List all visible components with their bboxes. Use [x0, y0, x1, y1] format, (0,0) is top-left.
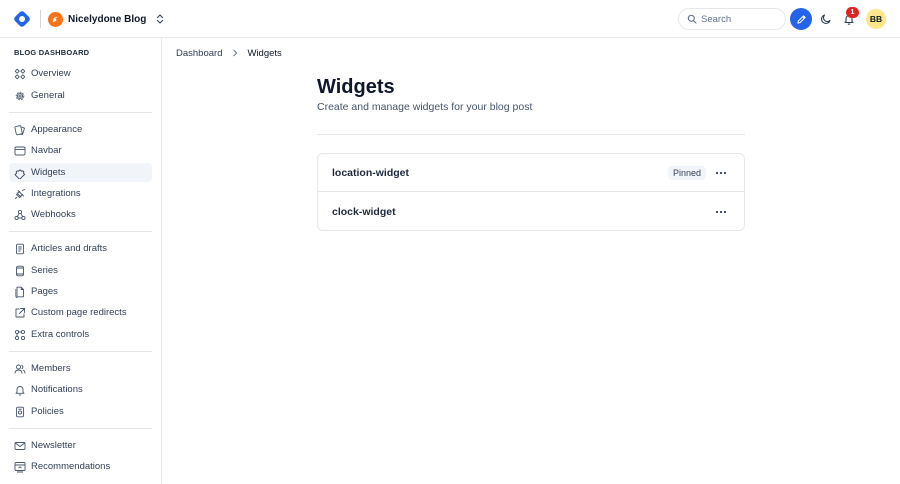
blog-name: Nicelydone Blog [68, 13, 147, 25]
gear-icon [15, 91, 25, 100]
plug-icon [15, 188, 25, 199]
sidebar-item-newsletter[interactable]: Newsletter [9, 436, 152, 455]
chevron-up-down-icon [157, 14, 164, 24]
sidebar-item-label: Appearance [31, 124, 83, 135]
hashnode-logo-icon[interactable] [13, 10, 31, 28]
widget-row[interactable]: clock-widget [318, 193, 744, 230]
sidebar-item-general[interactable]: General [9, 86, 152, 105]
sidebar-item-policies[interactable]: Policies [9, 402, 152, 421]
sidebar-item-appearance[interactable]: Appearance [9, 120, 152, 139]
mail-icon [14, 441, 26, 450]
pencil-icon [796, 14, 806, 24]
widget-options-button[interactable] [714, 166, 728, 180]
sidebar-item-extra-controls[interactable]: Extra controls [9, 325, 152, 344]
sidebar-item-webhooks[interactable]: Webhooks [9, 205, 152, 224]
external-link-icon [15, 307, 25, 317]
recommend-icon [14, 461, 26, 472]
sidebar-item-label: Widgets [31, 167, 66, 178]
webhook-icon [14, 209, 26, 220]
more-horizontal-icon [715, 210, 727, 214]
sidebar-divider [9, 428, 152, 429]
blog-avatar-icon [48, 11, 63, 27]
breadcrumb-dashboard-link[interactable]: Dashboard [176, 48, 222, 59]
sidebar: BLOG DASHBOARD Overview General Appearan… [0, 38, 162, 484]
widget-row[interactable]: location-widget Pinned [318, 154, 744, 192]
search-box[interactable]: Search [678, 8, 786, 30]
pinned-badge: Pinned [668, 166, 707, 180]
sidebar-item-label: Series [31, 265, 58, 276]
sidebar-item-label: Policies [31, 406, 64, 417]
sidebar-item-label: Overview [31, 68, 71, 79]
sidebar-divider [9, 351, 152, 352]
policy-icon [16, 406, 24, 417]
pages-icon [15, 286, 24, 298]
widget-list: location-widget Pinned clock-widget [317, 153, 745, 231]
sidebar-item-label: Extra controls [31, 329, 90, 340]
page-subtitle: Create and manage widgets for your blog … [317, 101, 533, 113]
top-bar: Nicelydone Blog Search 1 BB [0, 0, 900, 38]
sidebar-item-navbar[interactable]: Navbar [9, 141, 152, 160]
search-icon [687, 14, 697, 24]
breadcrumb-current: Widgets [247, 47, 282, 59]
sidebar-item-custom-redirects[interactable]: Custom page redirects [9, 303, 152, 322]
sidebar-item-label: Newsletter [31, 440, 76, 451]
sidebar-section-title: BLOG DASHBOARD [14, 48, 90, 57]
sidebar-item-label: Recommendations [31, 461, 111, 472]
sidebar-item-widgets[interactable]: Widgets [9, 163, 152, 182]
sidebar-item-articles[interactable]: Articles and drafts [9, 239, 152, 258]
paint-icon [14, 124, 25, 135]
notification-count-badge: 1 [846, 7, 859, 18]
sidebar-item-label: Custom page redirects [31, 307, 127, 318]
blog-switcher[interactable]: Nicelydone Blog [48, 11, 165, 27]
sidebar-item-label: Notifications [31, 384, 83, 395]
sidebar-item-label: General [31, 90, 65, 101]
sidebar-item-pages[interactable]: Pages [9, 282, 152, 301]
users-icon [14, 364, 26, 374]
moon-icon [821, 14, 831, 24]
write-article-button[interactable] [790, 8, 812, 30]
page-title: Widgets [317, 76, 395, 98]
sidebar-divider [9, 112, 152, 113]
user-avatar[interactable]: BB [866, 9, 886, 29]
sidebar-item-label: Articles and drafts [31, 243, 108, 254]
topbar-divider [40, 10, 41, 28]
search-placeholder: Search [701, 13, 732, 25]
puzzle-icon [14, 168, 26, 179]
grid-icon [14, 68, 26, 79]
sidebar-item-members[interactable]: Members [9, 359, 152, 378]
widget-name[interactable]: clock-widget [332, 206, 396, 218]
sidebar-item-notifications[interactable]: Notifications [9, 380, 152, 399]
bell-icon [15, 385, 25, 396]
sidebar-item-recommendations[interactable]: Recommendations [9, 457, 152, 476]
sidebar-item-integrations[interactable]: Integrations [9, 184, 152, 203]
sidebar-item-label: Navbar [31, 145, 62, 156]
widget-name[interactable]: location-widget [332, 167, 409, 179]
navbar-icon [14, 146, 26, 155]
book-icon [16, 265, 24, 276]
document-icon [16, 243, 24, 254]
widget-options-button[interactable] [714, 205, 728, 219]
sidebar-item-series[interactable]: Series [9, 261, 152, 280]
sidebar-item-label: Integrations [31, 188, 81, 199]
sidebar-item-overview[interactable]: Overview [9, 64, 152, 83]
theme-toggle-button[interactable] [816, 9, 836, 29]
more-horizontal-icon [715, 171, 727, 175]
sidebar-item-label: Pages [31, 286, 58, 297]
header-divider [317, 134, 745, 135]
sidebar-item-label: Webhooks [31, 209, 76, 220]
sidebar-item-label: Members [31, 363, 71, 374]
sidebar-divider [9, 231, 152, 232]
breadcrumb: Dashboard Widgets [176, 47, 282, 59]
controls-icon [14, 329, 26, 340]
chevron-right-icon [233, 49, 238, 57]
